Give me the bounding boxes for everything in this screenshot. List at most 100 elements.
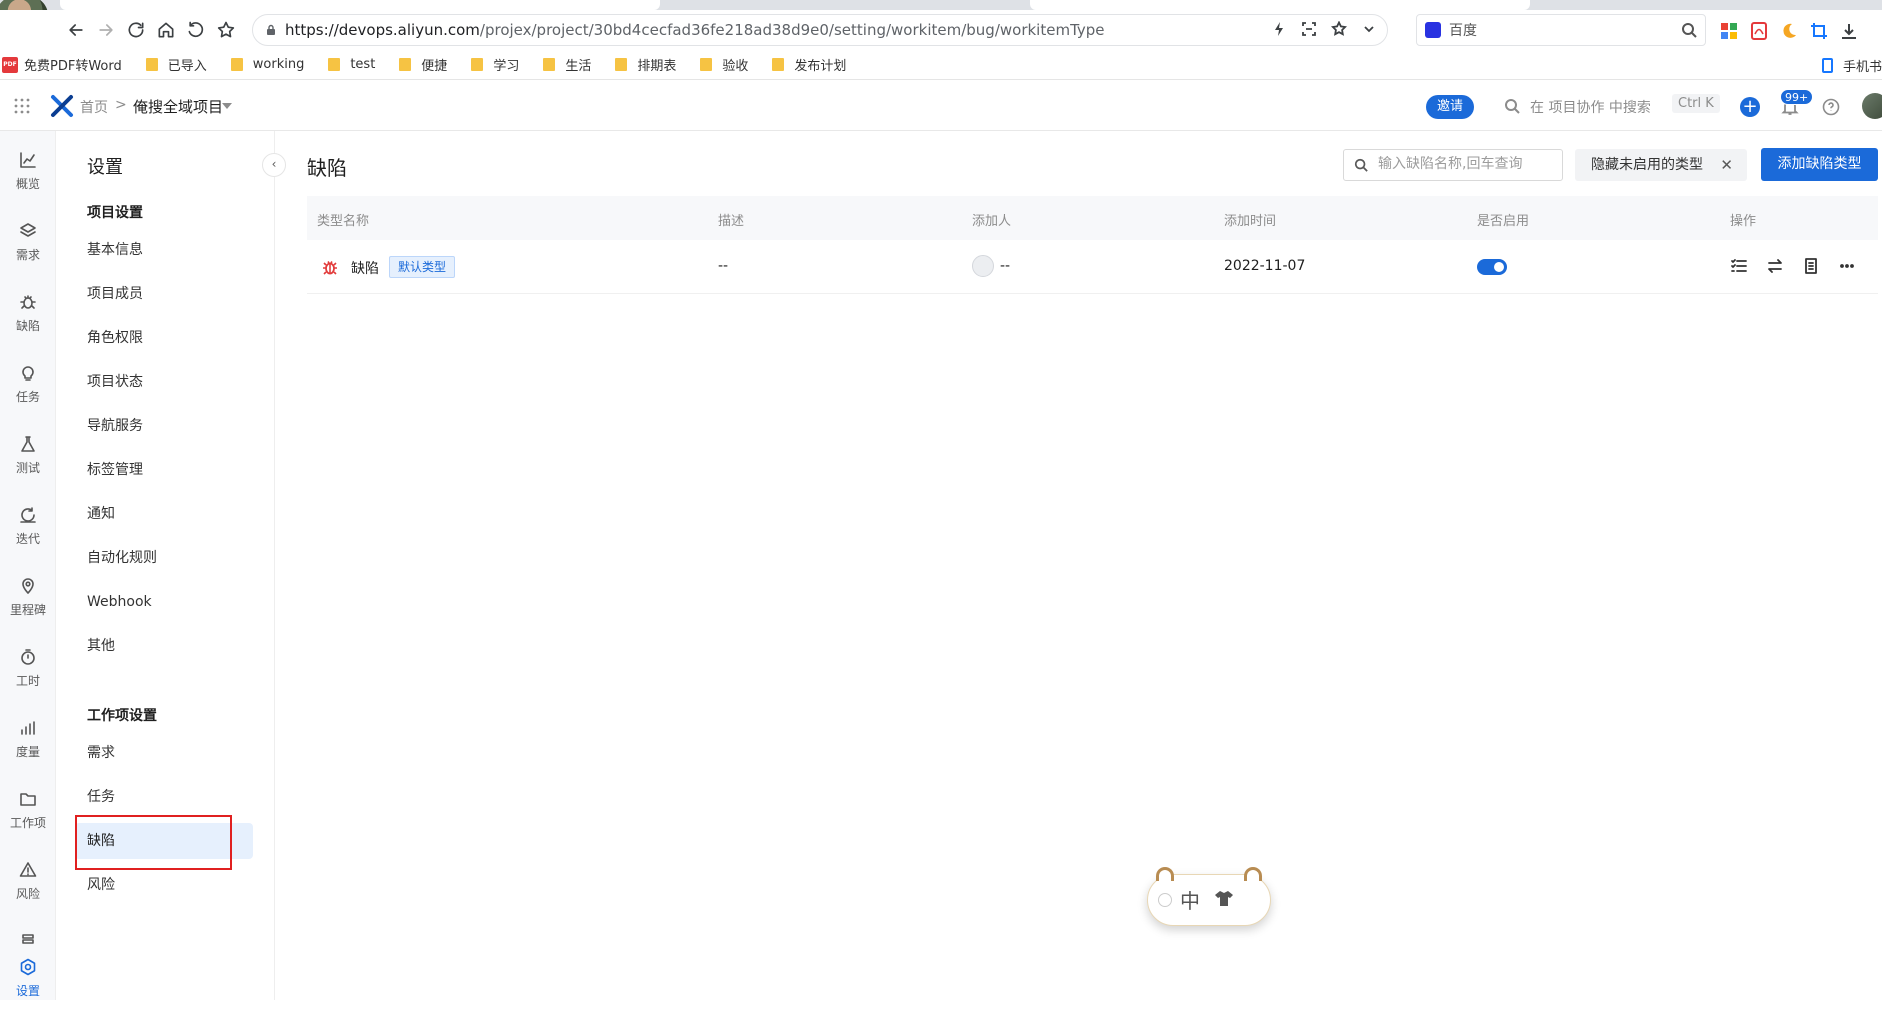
field-list-icon[interactable] <box>1730 257 1748 275</box>
filter-label: 隐藏未启用的类型 <box>1591 157 1703 173</box>
table-row[interactable]: 缺陷 默认类型 -- -- 2022-11-07 <box>307 240 1878 294</box>
pdf-extension-icon[interactable] <box>1750 22 1768 40</box>
bookmark-label: 排期表 <box>637 59 677 74</box>
rail-item-bugs[interactable]: 缺陷 <box>0 293 56 353</box>
mobile-bookmarks[interactable]: 手机书 <box>1821 56 1882 75</box>
crop-icon[interactable] <box>1810 22 1828 40</box>
default-type-badge: 默认类型 <box>389 256 456 278</box>
lightning-icon[interactable] <box>1271 21 1287 37</box>
sidebar-item-project-status[interactable]: 项目状态 <box>75 364 253 400</box>
bar-chart-icon <box>21 721 35 735</box>
reload-icon[interactable] <box>124 18 148 42</box>
chevron-down-icon[interactable] <box>1361 21 1377 37</box>
rail-item-iterations[interactable]: 迭代 <box>0 506 56 566</box>
ime-mode-label[interactable]: 中 <box>1180 885 1200 914</box>
moon-extension-icon[interactable] <box>1780 22 1798 40</box>
sidebar-item-navigation[interactable]: 导航服务 <box>75 408 253 444</box>
bookmark-pdf-to-word[interactable]: PDF 免费PDF转Word <box>2 55 122 74</box>
search-icon[interactable] <box>1504 98 1520 114</box>
template-document-icon[interactable] <box>1802 257 1820 275</box>
rail-item-tasks[interactable]: 任务 <box>0 364 56 424</box>
browser-tab-active[interactable] <box>60 0 660 10</box>
hide-disabled-filter[interactable]: 隐藏未启用的类型 ✕ <box>1575 149 1747 181</box>
rail-item-settings[interactable]: 设置 <box>0 958 56 1018</box>
collapse-sidebar-button[interactable]: ‹ <box>262 153 286 177</box>
bookmark-folder[interactable]: 生活 <box>543 55 591 74</box>
favorite-star-icon[interactable] <box>1331 21 1347 37</box>
browser-tab[interactable] <box>1030 0 1530 10</box>
sidebar-item-roles[interactable]: 角色权限 <box>75 320 253 356</box>
sidebar-item-notifications[interactable]: 通知 <box>75 496 253 532</box>
rail-item-worktime[interactable]: 工时 <box>0 648 56 708</box>
sidebar-item-webhook[interactable]: Webhook <box>75 584 253 620</box>
invite-button[interactable]: 邀请 <box>1426 95 1474 119</box>
sidebar-item-risk-settings[interactable]: 风险 <box>75 867 253 903</box>
screenshot-icon[interactable] <box>1301 21 1317 37</box>
bookmark-folder[interactable]: working <box>230 57 304 72</box>
app-launcher-icon[interactable] <box>14 98 30 114</box>
create-plus-button[interactable]: + <box>1740 97 1760 117</box>
rail-item-workitems[interactable]: 工作项 <box>0 790 56 850</box>
workflow-switch-icon[interactable] <box>1766 257 1784 275</box>
creator-avatar <box>972 255 994 277</box>
bookmark-folder[interactable]: 验收 <box>700 55 748 74</box>
sidebar-item-automation[interactable]: 自动化规则 <box>75 540 253 576</box>
shirt-skin-icon[interactable] <box>1214 889 1234 907</box>
rail-item-milestones[interactable]: 里程碑 <box>0 577 56 637</box>
rail-item-label: 迭代 <box>15 532 40 546</box>
back-icon[interactable] <box>64 18 88 42</box>
help-icon[interactable] <box>1822 98 1840 116</box>
bookmark-label: 学习 <box>493 59 520 74</box>
apps-grid-extension-icon[interactable] <box>1720 22 1738 40</box>
bookmark-folder[interactable]: 已导入 <box>145 55 207 74</box>
bug-type-search-input[interactable] <box>1378 156 1558 172</box>
sidebar-item-tags[interactable]: 标签管理 <box>75 452 253 488</box>
rail-item-risks[interactable]: 风险 <box>0 861 56 921</box>
sidebar-item-task-settings[interactable]: 任务 <box>75 779 253 815</box>
global-search-input[interactable]: 在 项目协作 中搜索 <box>1530 97 1651 117</box>
rail-item-label: 风险 <box>15 887 40 901</box>
bug-type-created-at: 2022-11-07 <box>1224 258 1306 274</box>
url-text: https://devops.aliyun.com/projex/project… <box>285 21 1105 39</box>
bookmark-label: 验收 <box>722 59 749 74</box>
rail-item-testing[interactable]: 测试 <box>0 435 56 495</box>
bookmark-folder[interactable]: 学习 <box>471 55 519 74</box>
bookmark-star-icon[interactable] <box>214 18 238 42</box>
close-icon[interactable]: ✕ <box>1720 149 1733 181</box>
column-header: 添加人 <box>972 214 1012 229</box>
sidebar-item-members[interactable]: 项目成员 <box>75 276 253 312</box>
browser-search-box[interactable]: 百度 <box>1416 14 1706 46</box>
enabled-toggle[interactable] <box>1477 259 1507 275</box>
pdf-icon: PDF <box>2 56 18 73</box>
bug-type-search[interactable] <box>1343 149 1563 181</box>
browser-toolbar: https://devops.aliyun.com/projex/project… <box>0 10 1882 50</box>
bookmark-folder[interactable]: 排期表 <box>615 55 676 74</box>
sidebar-item-requirement-settings[interactable]: 需求 <box>75 735 253 771</box>
search-icon[interactable] <box>1681 22 1697 38</box>
rail-item-label: 测试 <box>15 461 40 475</box>
address-bar[interactable]: https://devops.aliyun.com/projex/project… <box>252 14 1388 46</box>
bookmark-folder[interactable]: 便捷 <box>399 55 447 74</box>
bookmark-folder[interactable]: 发布计划 <box>772 55 846 74</box>
projex-logo-icon[interactable] <box>50 94 74 118</box>
bookmark-folder[interactable]: test <box>328 57 375 72</box>
rail-item-more[interactable] <box>0 931 56 951</box>
breadcrumb-home[interactable]: 首页 <box>80 97 108 117</box>
home-icon[interactable] <box>154 18 178 42</box>
rail-item-overview[interactable]: 概览 <box>0 151 56 211</box>
caret-down-icon[interactable] <box>222 103 232 109</box>
add-bug-type-button[interactable]: 添加缺陷类型 <box>1761 148 1878 181</box>
more-icon[interactable] <box>1838 257 1856 275</box>
undo-icon[interactable] <box>184 18 208 42</box>
forward-icon[interactable] <box>94 18 118 42</box>
bookmark-label: 便捷 <box>421 59 448 74</box>
rail-item-requirements[interactable]: 需求 <box>0 222 56 282</box>
breadcrumb-project[interactable]: 俺搜全域项目 <box>133 96 223 117</box>
sidebar-item-other[interactable]: 其他 <box>75 628 253 664</box>
user-avatar[interactable] <box>1862 93 1882 119</box>
rail-item-metrics[interactable]: 度量 <box>0 719 56 779</box>
ime-status-icon[interactable] <box>1158 893 1172 907</box>
download-icon[interactable] <box>1840 22 1858 40</box>
ime-toolbar[interactable]: 中 <box>1147 867 1271 926</box>
sidebar-item-basic-info[interactable]: 基本信息 <box>75 232 253 268</box>
